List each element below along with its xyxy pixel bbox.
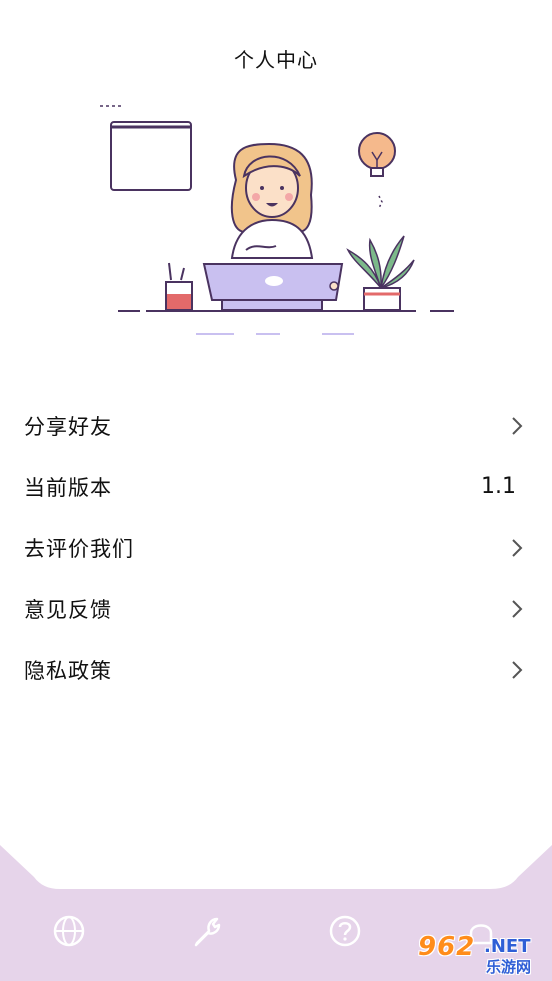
watermark-brand: 962: [418, 932, 476, 962]
wrench-icon[interactable]: [189, 913, 225, 949]
menu-item-label: 意见反馈: [24, 598, 112, 623]
menu-item-label: 分享好友: [24, 414, 112, 439]
chevron-right-icon: [512, 661, 523, 680]
header-illustration: [100, 105, 454, 335]
watermark-subtitle: 乐游网: [486, 958, 532, 976]
site-watermark: 962 .NET 乐游网: [412, 928, 548, 978]
chevron-right-icon: [512, 600, 523, 618]
globe-icon[interactable]: [51, 913, 87, 949]
page-title: 个人中心: [234, 48, 318, 72]
version-value: 1.1: [481, 474, 516, 500]
watermark-domain: .NET: [484, 936, 531, 957]
menu-item-share-friends[interactable]: 分享好友: [0, 395, 552, 456]
chevron-right-icon: [512, 539, 523, 557]
settings-menu: 分享好友 当前版本 1.1 去评价我们 意见反馈 隐私政策: [0, 395, 552, 701]
menu-item-current-version: 当前版本 1.1: [0, 456, 552, 517]
menu-item-label: 隐私政策: [24, 659, 112, 684]
menu-item-label: 去评价我们: [24, 536, 134, 561]
menu-item-privacy-policy[interactable]: 隐私政策: [0, 640, 552, 701]
menu-item-rate-us[interactable]: 去评价我们: [0, 517, 552, 578]
chevron-right-icon: [512, 416, 523, 435]
help-circle-icon[interactable]: [327, 913, 363, 949]
menu-item-label: 当前版本: [24, 475, 112, 500]
menu-item-feedback[interactable]: 意见反馈: [0, 579, 552, 640]
